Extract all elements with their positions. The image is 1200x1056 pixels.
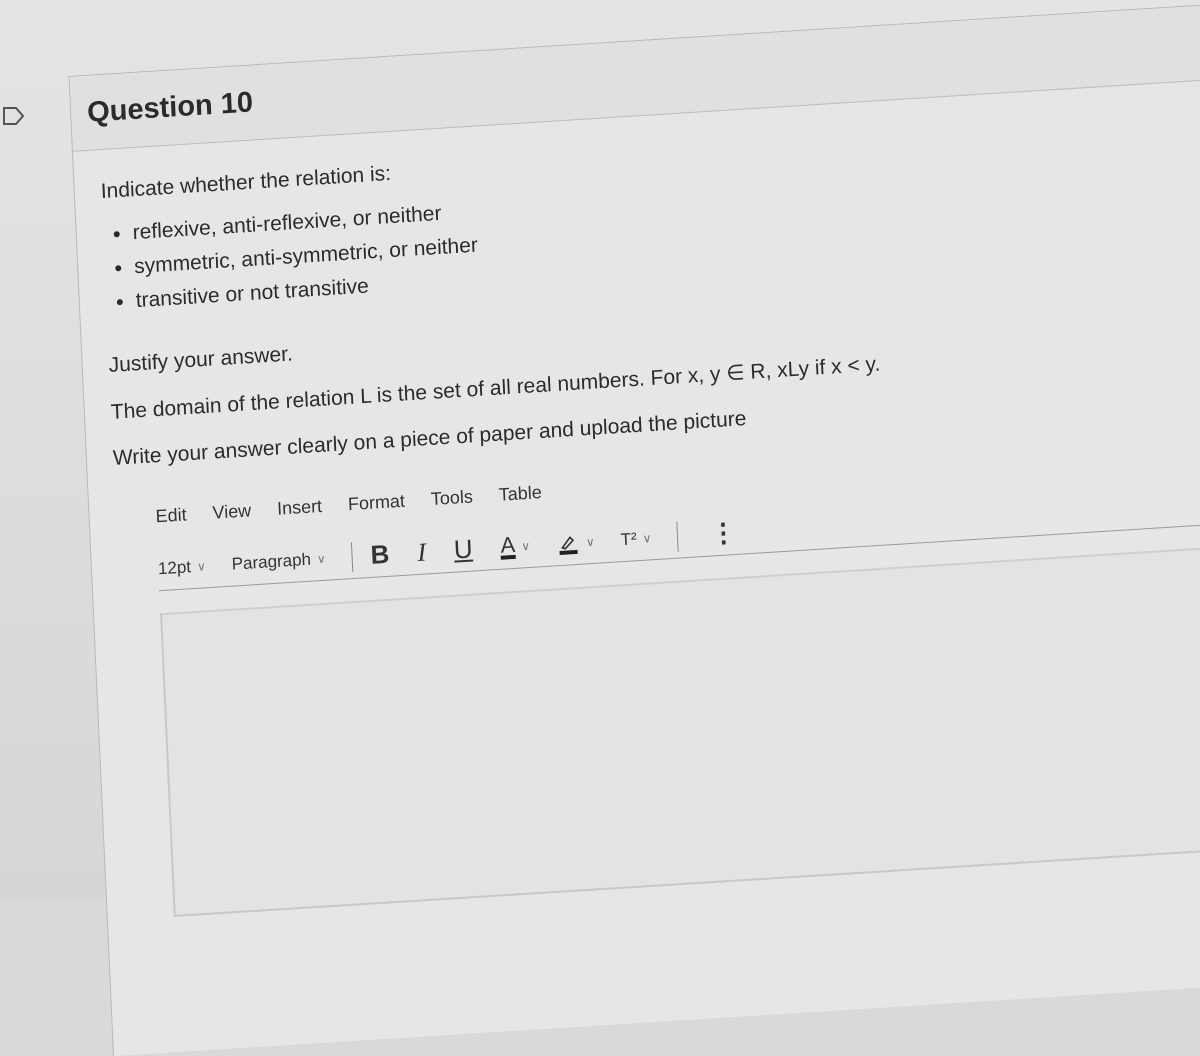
toolbar-divider [676,521,680,552]
superscript-button[interactable]: T² ∨ [620,528,652,550]
block-format-select[interactable]: Paragraph ∨ [231,548,326,574]
question-flag-icon[interactable] [2,106,26,126]
more-options-icon[interactable]: ⋮ [710,517,737,550]
underline-button[interactable]: U [453,534,473,566]
question-viewport: Question 10 Indicate whether the relatio… [66,0,1200,1056]
block-format-value: Paragraph [231,549,312,574]
text-color-icon: A [499,531,516,560]
menu-format[interactable]: Format [348,491,406,516]
highlight-color-button[interactable]: ∨ [555,529,595,555]
toolbar-divider [350,541,354,572]
chevron-down-icon: ∨ [316,551,327,566]
menu-insert[interactable]: Insert [277,496,323,520]
highlighter-icon [559,535,578,555]
menu-tools[interactable]: Tools [430,486,473,510]
italic-button[interactable]: I [417,537,427,568]
menu-edit[interactable]: Edit [155,504,187,527]
text-color-button[interactable]: A ∨ [499,531,531,560]
font-size-value: 12pt [157,556,192,578]
menu-table[interactable]: Table [498,482,542,506]
chevron-down-icon: ∨ [585,534,596,549]
question-card: Question 10 Indicate whether the relatio… [68,0,1200,1056]
screen: Question 10 Indicate whether the relatio… [0,0,1200,1056]
bold-button[interactable]: B [370,539,390,571]
rich-text-editor: Edit View Insert Format Tools Table 12pt… [155,431,1200,918]
superscript-icon: T² [620,528,638,549]
answer-text-area[interactable] [159,540,1200,918]
chevron-down-icon: ∨ [642,530,652,546]
question-title: Question 10 [86,85,254,129]
font-size-select[interactable]: 12pt ∨ [158,556,207,579]
chevron-down-icon: ∨ [196,558,207,574]
question-body: Indicate whether the relation is: reflex… [73,70,1200,943]
menu-view[interactable]: View [212,500,252,523]
chevron-down-icon: ∨ [520,538,531,553]
